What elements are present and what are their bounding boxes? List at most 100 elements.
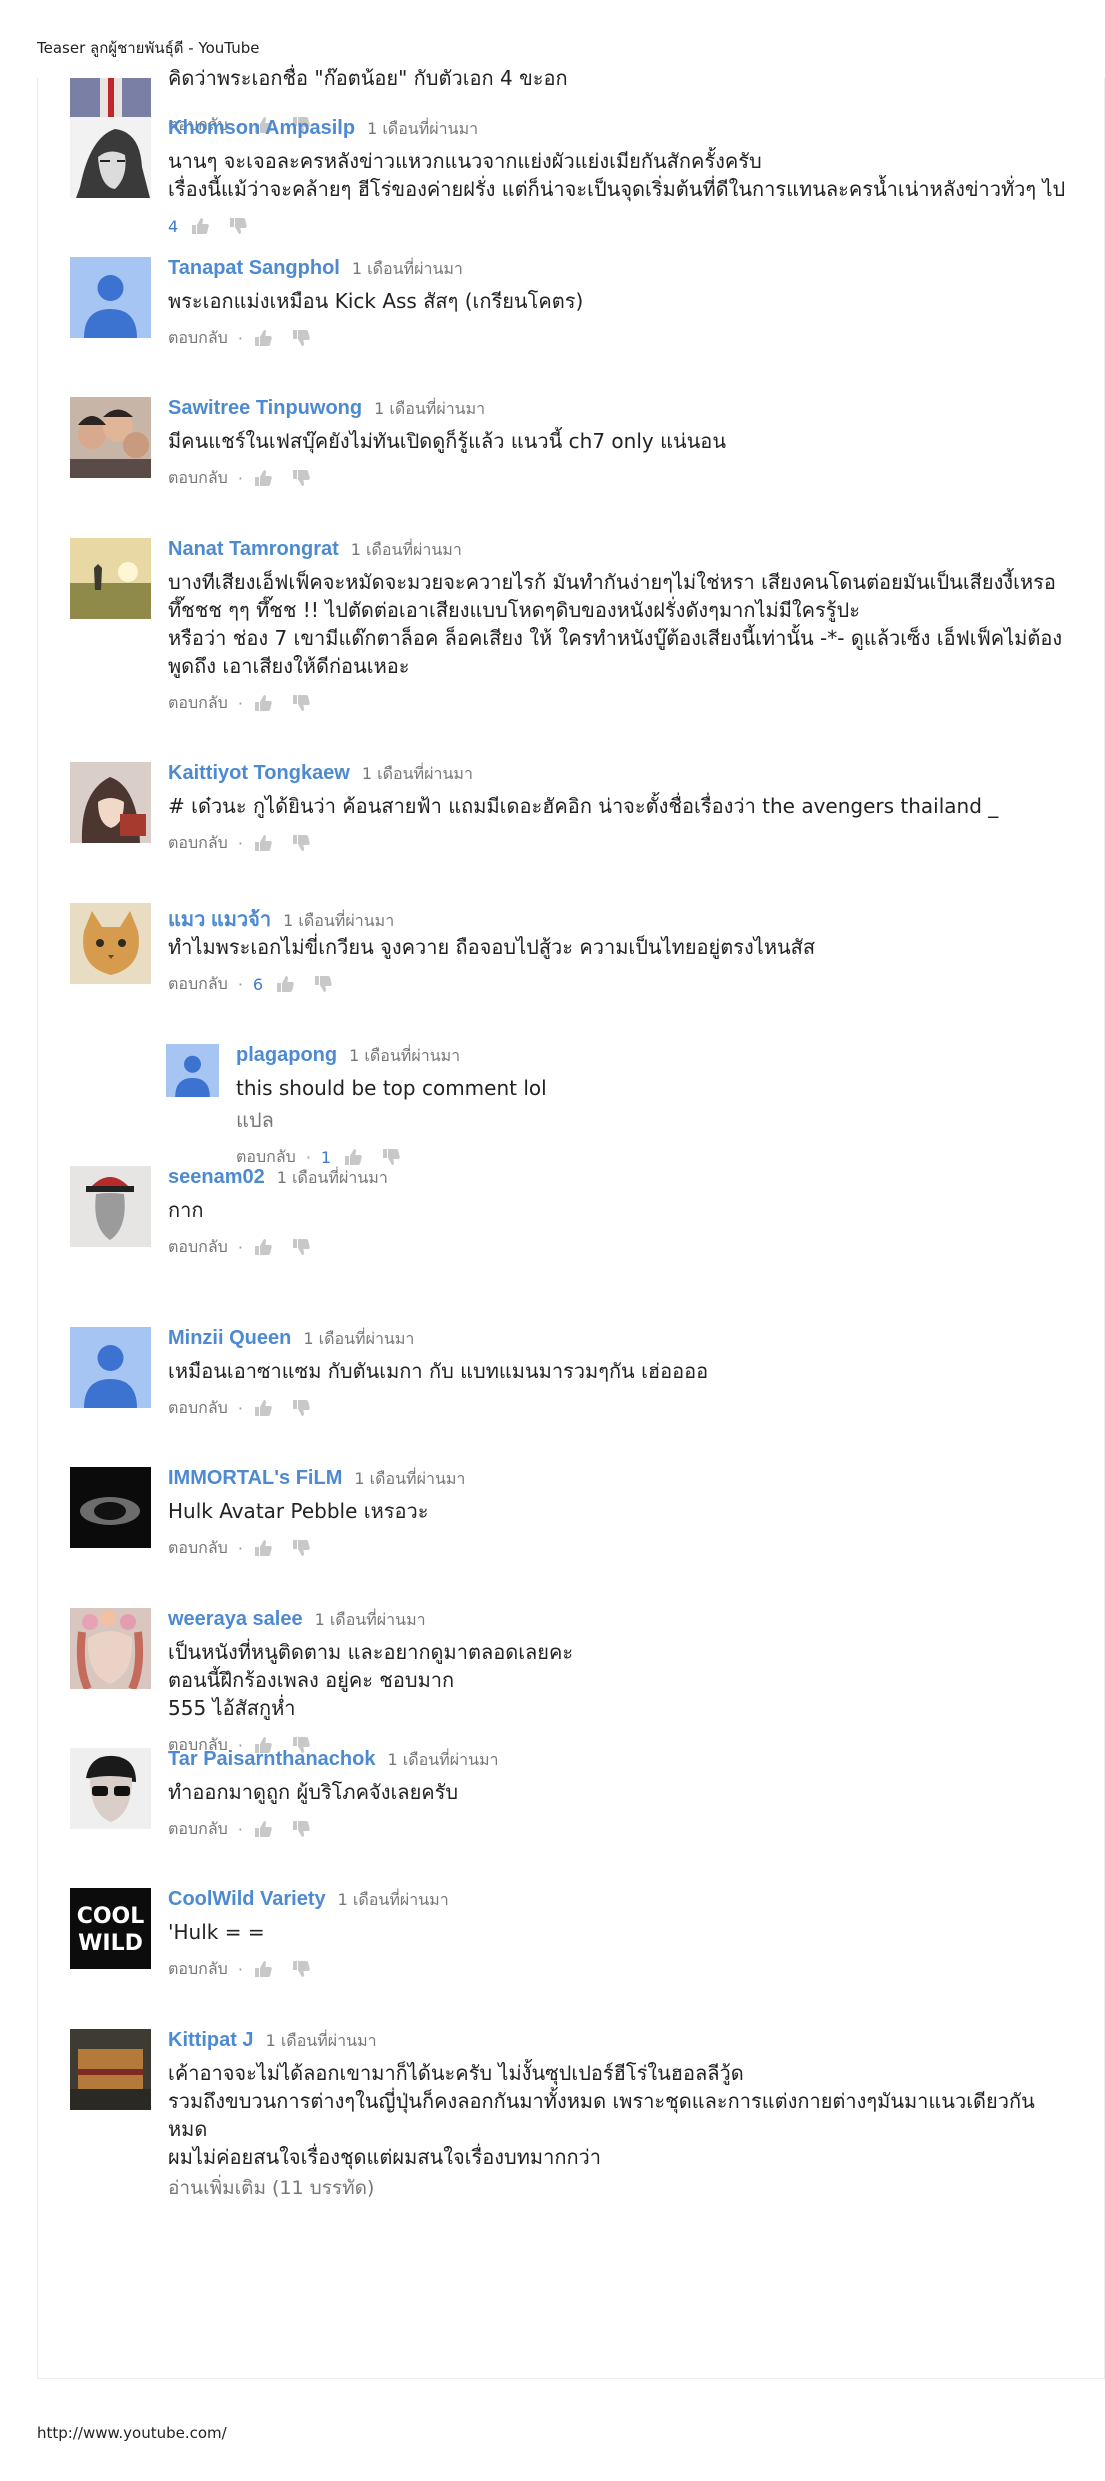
author-name[interactable]: weeraya salee [168, 1608, 303, 1630]
separator-dot: · [237, 974, 243, 994]
comment-text: มีคนแชร์ในเฟสบุ๊คยังไม่ทันเปิดดูก็รู้แล้… [168, 429, 726, 453]
separator-dot: · [237, 1398, 243, 1418]
comment-header: Tar Paisarnthanachok 1 เดือนที่ผ่านมา [168, 1748, 1068, 1774]
author-name[interactable]: Minzii Queen [168, 1327, 291, 1349]
comment-header: CoolWild Variety 1 เดือนที่ผ่านมา [168, 1888, 1068, 1914]
comment-body: seenam02 1 เดือนที่ผ่านมากากตอบกลับ · [168, 1166, 1068, 1262]
timestamp[interactable]: 1 เดือนที่ผ่านมา [266, 2031, 377, 2050]
reply-button[interactable]: ตอบกลับ [168, 691, 228, 716]
comment-actions: ตอบกลับ · [168, 1814, 1068, 1844]
timestamp[interactable]: 1 เดือนที่ผ่านมา [351, 540, 462, 559]
thumbs-up-icon[interactable] [253, 1538, 273, 1558]
reply-button[interactable]: ตอบกลับ [168, 1957, 228, 1982]
avatar-image [70, 397, 151, 478]
timestamp[interactable]: 1 เดือนที่ผ่านมา [277, 1168, 388, 1187]
reply-button[interactable]: ตอบกลับ [168, 972, 228, 997]
comment-text: กาก [168, 1198, 204, 1222]
comment-text: บางทีเสียงเอ็ฟเฟ็คจะหมัดจะมวยจะควายไรก้ … [168, 570, 1063, 678]
timestamp[interactable]: 1 เดือนที่ผ่านมา [387, 1750, 498, 1769]
thumbs-up-icon[interactable] [253, 693, 273, 713]
comment-body: plagapong 1 เดือนที่ผ่านมา this should be … [236, 1044, 1056, 1172]
timestamp[interactable]: 1 เดือนที่ผ่านมา [349, 1046, 460, 1065]
thumbs-down-icon[interactable] [291, 693, 311, 713]
thumbs-down-icon[interactable] [291, 328, 311, 348]
thumbs-down-icon[interactable] [313, 974, 333, 994]
author-name[interactable]: Khomson Ampasilp [168, 117, 355, 139]
timestamp[interactable]: 1 เดือนที่ผ่านมา [338, 1890, 449, 1909]
read-more-link[interactable]: อ่านเพิ่มเติม (11 บรรทัด) [168, 2173, 1068, 2203]
author-name[interactable]: Tanapat Sangphol [168, 257, 340, 279]
thumbs-up-icon[interactable] [253, 1237, 273, 1257]
timestamp[interactable]: 1 เดือนที่ผ่านมา [315, 1610, 426, 1629]
avatar[interactable] [70, 257, 151, 338]
separator-dot: · [237, 833, 243, 853]
svg-text:COOL: COOL [77, 1904, 145, 1929]
thumbs-down-icon[interactable] [381, 1147, 401, 1167]
timestamp[interactable]: 1 เดือนที่ผ่านมา [303, 1329, 414, 1348]
thumbs-up-icon[interactable] [253, 833, 273, 853]
author-name[interactable]: Kaittiyot Tongkaew [168, 762, 350, 784]
comment-actions: ตอบกลับ · [168, 1232, 1068, 1262]
reply-button[interactable]: ตอบกลับ [168, 466, 228, 491]
author-name[interactable]: แมว แมวจ้า [168, 909, 271, 931]
avatar[interactable] [70, 538, 151, 619]
separator-dot: · [237, 1959, 243, 1979]
timestamp[interactable]: 1 เดือนที่ผ่านมา [354, 1469, 465, 1488]
avatar-image [70, 1748, 151, 1829]
avatar[interactable]: COOL WILD [70, 1888, 151, 1969]
comment-actions: ตอบกลับ · [168, 1954, 1068, 1984]
timestamp[interactable]: 1 เดือนที่ผ่านมา [367, 119, 478, 138]
comment-header: weeraya salee 1 เดือนที่ผ่านมา [168, 1608, 1068, 1634]
reply-button[interactable]: ตอบกลับ [168, 1536, 228, 1561]
avatar[interactable] [70, 1166, 151, 1247]
thumbs-down-icon[interactable] [228, 216, 248, 236]
author-name[interactable]: Sawitree Tinpuwong [168, 397, 362, 419]
timestamp[interactable]: 1 เดือนที่ผ่านมา [352, 259, 463, 278]
thumbs-down-icon[interactable] [291, 1538, 311, 1558]
thumbs-up-icon[interactable] [253, 1819, 273, 1839]
avatar[interactable] [70, 1748, 151, 1829]
translate-link[interactable]: แปล [236, 1106, 1056, 1134]
author-name[interactable]: CoolWild Variety [168, 1888, 326, 1910]
thumbs-up-icon[interactable] [253, 1959, 273, 1979]
timestamp[interactable]: 1 เดือนที่ผ่านมา [374, 399, 485, 418]
avatar[interactable] [70, 2029, 151, 2110]
comment-actions: ตอบกลับ · 6 [168, 969, 1068, 999]
avatar[interactable] [70, 903, 151, 984]
thumbs-up-icon[interactable] [190, 216, 210, 236]
thumbs-down-icon[interactable] [291, 1237, 311, 1257]
avatar[interactable] [70, 762, 151, 843]
avatar[interactable] [70, 1608, 151, 1689]
timestamp[interactable]: 1 เดือนที่ผ่านมา [362, 764, 473, 783]
thumbs-up-icon[interactable] [343, 1147, 363, 1167]
thumbs-down-icon[interactable] [291, 1959, 311, 1979]
thumbs-up-icon[interactable] [253, 1398, 273, 1418]
reply-button[interactable]: ตอบกลับ [168, 1396, 228, 1421]
thumbs-down-icon[interactable] [291, 1398, 311, 1418]
thumbs-up-icon[interactable] [275, 974, 295, 994]
thumbs-up-icon[interactable] [253, 328, 273, 348]
avatar[interactable] [70, 397, 151, 478]
thumbs-down-icon[interactable] [291, 1819, 311, 1839]
avatar[interactable] [70, 1327, 151, 1408]
thumbs-down-icon[interactable] [291, 833, 311, 853]
comment-actions: ตอบกลับ · [168, 1393, 1068, 1423]
reply-button[interactable]: ตอบกลับ [168, 831, 228, 856]
author-name[interactable]: Tar Paisarnthanachok [168, 1748, 375, 1770]
author-name[interactable]: IMMORTAL's FiLM [168, 1467, 342, 1489]
avatar[interactable] [70, 1467, 151, 1548]
timestamp[interactable]: 1 เดือนที่ผ่านมา [283, 911, 394, 930]
reply-button[interactable]: ตอบกลับ [168, 1817, 228, 1842]
avatar[interactable] [166, 1044, 219, 1097]
thumbs-down-icon[interactable] [291, 468, 311, 488]
thumbs-up-icon[interactable] [253, 468, 273, 488]
reply-button[interactable]: ตอบกลับ [168, 1235, 228, 1260]
avatar[interactable] [70, 117, 151, 198]
comment-header: Minzii Queen 1 เดือนที่ผ่านมา [168, 1327, 1068, 1353]
author-name[interactable]: Kittipat J [168, 2029, 254, 2051]
comment-actions: ตอบกลับ · [168, 323, 1068, 353]
author-name[interactable]: plagapong [236, 1044, 337, 1066]
author-name[interactable]: Nanat Tamrongrat [168, 538, 339, 560]
reply-button[interactable]: ตอบกลับ [168, 326, 228, 351]
author-name[interactable]: seenam02 [168, 1166, 265, 1188]
